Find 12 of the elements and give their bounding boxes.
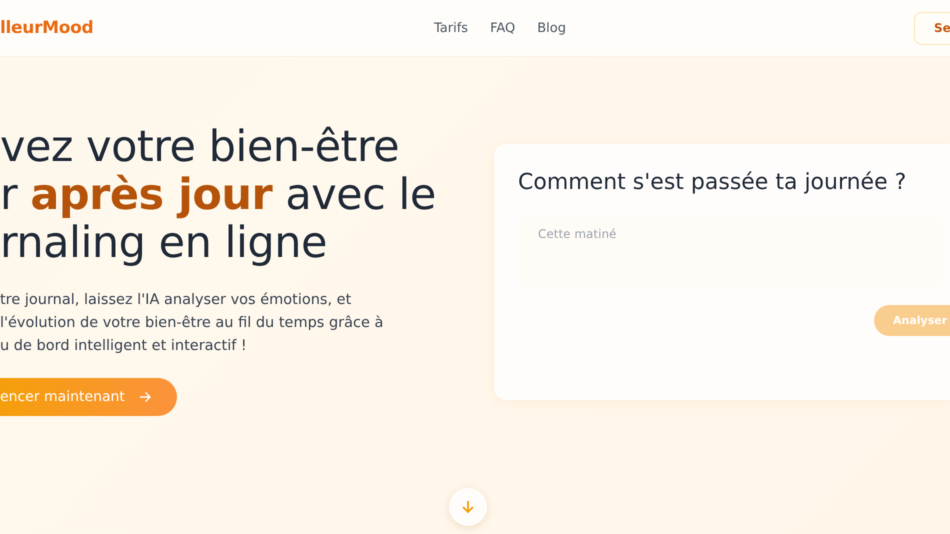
arrow-right-icon [138,391,151,403]
arrow-down-icon [461,500,475,514]
logo-text[interactable]: lleurMood [0,18,420,38]
scroll-down-button[interactable] [449,488,487,526]
hero-headline: vez votre bien-être r après jour avec le rnaling en ligne [0,123,437,267]
hero-description: tre journal, laissez l'IA analyser vos émotions, et l'évolution de votre bien-être au fil du temps grâce à u de bord intelligent et interactif ! [0,291,384,356]
nav-link[interactable]: Blog [537,20,566,36]
card-title: Comment s'est passée ta journée ? [518,170,908,195]
journal-field[interactable]: Cette matiné [518,217,943,287]
nav-link[interactable]: Tarifs [434,20,468,36]
header-button[interactable]: Se [914,12,950,44]
nav-link[interactable]: FAQ [490,20,516,36]
